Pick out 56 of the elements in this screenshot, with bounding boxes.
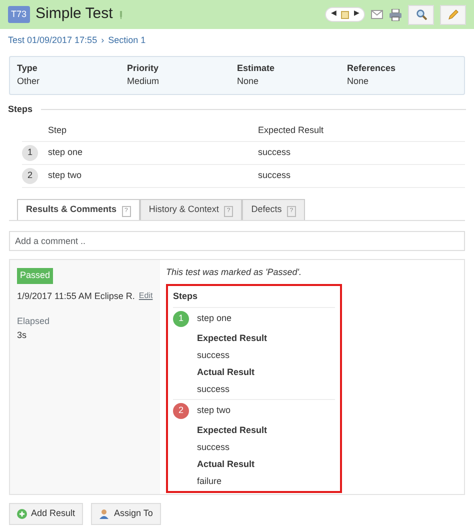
result-label: Actual Result: [197, 366, 256, 378]
box-icon[interactable]: [341, 10, 349, 18]
result-label: Expected Result: [197, 332, 268, 344]
page-title: Simple Test: [36, 4, 113, 24]
step-text: step two: [197, 404, 231, 418]
result-value: success: [197, 441, 231, 453]
mail-icon[interactable]: [371, 10, 383, 19]
field-label: References: [347, 62, 397, 74]
action-button[interactable]: Add Result: [9, 503, 84, 524]
step-status-number: 2: [173, 403, 189, 419]
breadcrumb-link[interactable]: Test 01/09/2017 17:55: [8, 34, 98, 48]
result-label: Expected Result: [197, 424, 268, 436]
edit-button[interactable]: [440, 4, 466, 24]
action-button[interactable]: Assign To: [91, 503, 161, 524]
result-message: This test was marked as 'Passed'.: [166, 266, 302, 279]
steps-heading: Steps: [173, 290, 199, 303]
tab-label: Results & Comments: [26, 204, 117, 214]
test-id-badge: T73: [8, 6, 30, 24]
comment-field[interactable]: Add a comment ..: [9, 231, 465, 251]
tab-label: Defects: [251, 204, 282, 214]
table-cell-text: success: [258, 146, 291, 160]
field-value: Medium: [127, 75, 160, 88]
breadcrumb-separator: ›: [101, 34, 104, 47]
search-icon: [416, 9, 426, 20]
table-cell-text: step two: [48, 169, 83, 182]
table-cell-text: step one: [48, 146, 84, 160]
field-value: None: [237, 75, 260, 88]
field-label: Type: [17, 62, 38, 75]
result-value: success: [197, 383, 231, 395]
step-text: step one: [197, 312, 232, 326]
column-header: Step: [48, 124, 68, 137]
step-number: 1: [22, 145, 38, 161]
field-value: Other: [17, 75, 41, 88]
result-value: failure: [197, 475, 223, 487]
table-cell-text: success: [258, 169, 291, 182]
tab-label: History & Context: [148, 204, 219, 214]
step-status-number: 1: [173, 311, 189, 327]
status-badge: Passed: [17, 268, 54, 284]
print-icon[interactable]: [389, 8, 402, 20]
user-icon: [99, 508, 110, 519]
field-value: None: [347, 75, 370, 88]
step-number: 2: [22, 168, 38, 184]
pencil-icon: [448, 9, 458, 20]
field-label: Priority: [127, 62, 160, 75]
section-heading: Steps: [8, 102, 33, 116]
elapsed-value: 3s: [17, 328, 28, 342]
breadcrumb-link[interactable]: Section 1: [108, 34, 146, 48]
result-meta: 1/9/2017 11:55 AM Eclipse R.: [17, 290, 135, 303]
column-header: Expected Result: [258, 124, 324, 137]
field-label: Estimate: [237, 62, 276, 74]
plus-icon: [17, 508, 27, 519]
search-button[interactable]: [408, 4, 434, 24]
edit-link[interactable]: Edit: [138, 290, 153, 303]
result-label: Actual Result: [197, 458, 256, 470]
elapsed-label: Elapsed: [17, 315, 51, 328]
result-value: success: [197, 349, 231, 361]
